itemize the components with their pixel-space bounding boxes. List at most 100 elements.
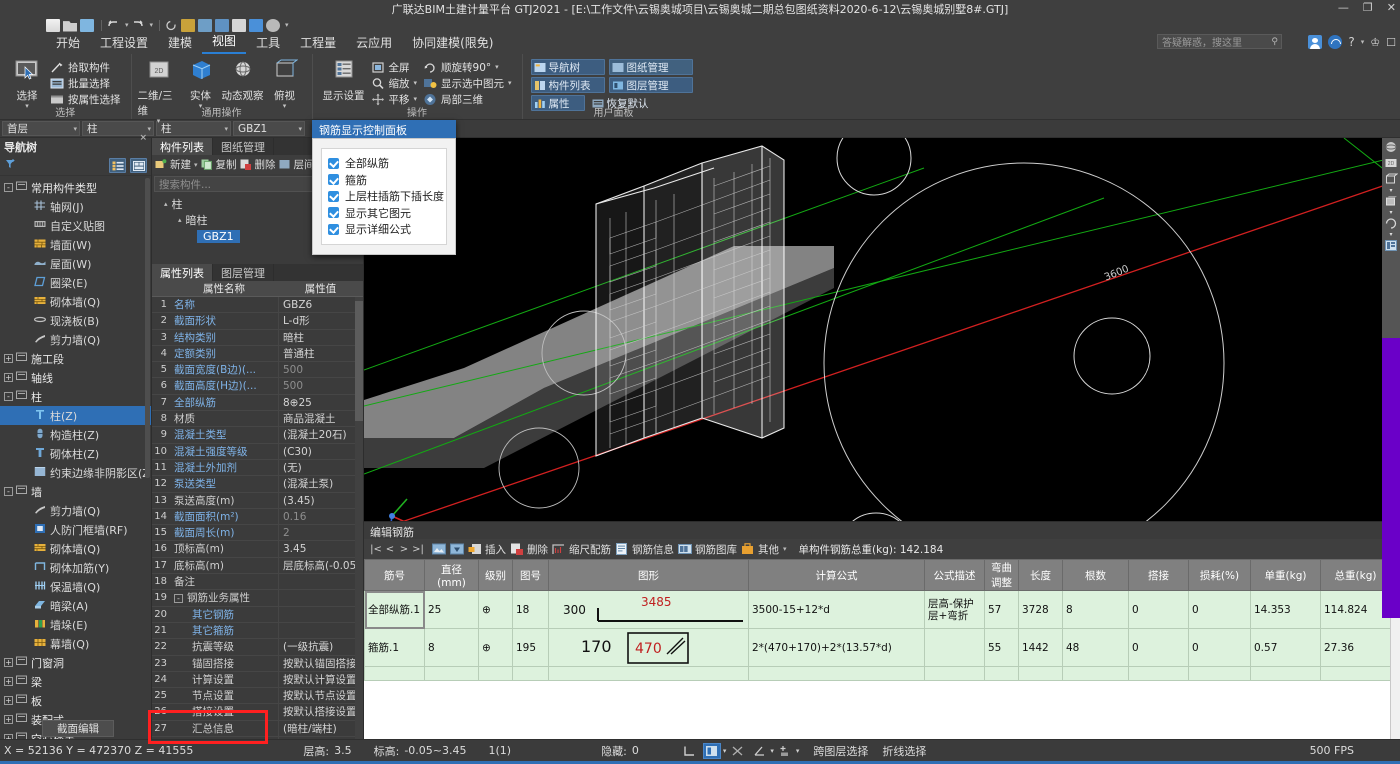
rebar-cell-0[interactable]: 全部纵筋.1 [364,590,425,629]
property-row[interactable]: 25 节点设置 按默认节点设置计算 [152,688,363,705]
shirt-icon[interactable]: ♔ [1370,36,1380,49]
property-value[interactable]: (混凝土泵) [278,476,363,492]
filter-icon[interactable] [4,158,17,173]
rebar-col-header-6[interactable]: 公式描述 [924,559,985,591]
show-selected-button[interactable]: 显示选中图元 ▾ [421,75,516,91]
copy-component-button[interactable]: 复制 [201,157,237,172]
property-row[interactable]: 21 其它箍筋 [152,622,363,640]
rebar-shape-cell[interactable]: 170 470 [548,628,749,667]
nav-tree-item-6[interactable]: 砌体墙(Q) [0,292,151,311]
component-selector[interactable]: GBZ1 ▾ [233,121,305,136]
rebar-library-button[interactable]: 钢筋图库 [678,542,737,557]
nav-tree-button[interactable]: 导航树 [530,59,605,75]
chevron-down-icon[interactable]: ▾ [298,125,302,133]
property-value[interactable]: 商品混凝土 [278,411,363,427]
redo-icon[interactable] [131,19,145,32]
rebar-cell-8[interactable]: 1442 [1018,628,1063,667]
rebar-table-row[interactable]: 全部纵筋.1 25 ⊕ 18 300 3485 3500-15+12*d 层高-保护层+弯折 5… [364,590,1400,629]
checkbox-icon[interactable] [328,223,339,235]
no-snap-toggle[interactable] [728,743,746,759]
rebar-col-header-3[interactable]: 图号 [512,559,549,591]
property-value[interactable]: 8⊕25 [278,394,363,411]
rebar-col-header-1[interactable]: 直径(mm) [424,559,479,591]
property-row[interactable]: 13 泵送高度(m) (3.45) [152,492,363,509]
expander-icon[interactable]: + [4,715,13,724]
search-icon[interactable]: ⚲ [1271,37,1278,47]
select-button[interactable]: 选择 ▾ [6,56,48,110]
property-value[interactable] [278,590,363,606]
rebar-col-header-0[interactable]: 筋号 [364,559,425,591]
rebar-cell-2[interactable]: ⊕ [478,590,513,629]
nav-tree-item-5[interactable]: 圈梁(E) [0,273,151,292]
rebar-empty-cell[interactable] [1062,666,1129,681]
rebar-col-header-13[interactable]: 总重(kg) [1320,559,1391,591]
chevron-down-icon[interactable]: ▾ [1389,210,1392,216]
menu-item-2[interactable]: 建模 [158,33,202,54]
property-row[interactable]: 16 顶标高(m) 3.45 [152,541,363,558]
expander-icon[interactable]: + [4,696,13,705]
rebar-cell-9[interactable]: 8 [1062,590,1129,629]
property-value[interactable]: (15) [278,737,363,739]
nav-tree-item-1[interactable]: 轴网(J) [0,197,151,216]
property-row[interactable]: 12 泵送类型 (混凝土泵) [152,476,363,493]
grid-icon[interactable] [249,18,264,32]
expander-icon[interactable]: + [4,658,13,667]
chevron-down-icon[interactable]: ▾ [770,747,774,755]
nav-tree-item-24[interactable]: 幕墙(Q) [0,634,151,653]
expand-arrow-icon[interactable]: ▴ [178,216,182,224]
popup-checkbox-row-4[interactable]: 显示详细公式 [328,221,440,238]
expander-icon[interactable]: + [4,373,13,382]
show-selected-caret[interactable]: ▾ [508,79,512,87]
rebar-display-control-panel[interactable]: 钢筋显示控制面板 全部纵筋 箍筋 上层柱插筋下插长度 显示其它图元 显示详细公式 [312,120,456,255]
expand-arrow-icon[interactable]: ▴ [164,200,168,208]
property-row[interactable]: 14 截面面积(m²) 0.16 [152,508,363,526]
rebar-col-header-7[interactable]: 弯曲调整 [984,559,1019,591]
rotate-90-button[interactable]: 顺旋转90° ▾ [421,59,516,75]
pan-caret[interactable]: ▾ [414,95,418,103]
property-scrollbar-thumb[interactable] [355,301,363,421]
menu-item-6[interactable]: 云应用 [346,33,402,54]
nav-tree-item-15[interactable]: 约束边缘非阴影区(Z) [0,463,151,482]
rebar-cell-12[interactable]: 14.353 [1250,590,1321,629]
account-avatar-icon[interactable] [1308,35,1323,49]
rebar-cell-9[interactable]: 48 [1062,628,1129,667]
rebar-cell-3[interactable]: 18 [512,590,549,629]
delete-component-button[interactable]: 删除 [240,157,276,172]
rebar-col-header-4[interactable]: 图形 [548,559,749,591]
rotate-90-caret[interactable]: ▾ [495,63,499,71]
zoom-button[interactable]: 缩放 ▾ [369,75,422,91]
ortho-toggle[interactable] [681,743,699,759]
rebar-empty-cell[interactable] [512,666,549,681]
property-value[interactable]: 按默认计算设置计算 [278,671,363,688]
property-row[interactable]: 24 计算设置 按默认计算设置计算 [152,671,363,689]
rebar-col-header-11[interactable]: 损耗(%) [1188,559,1251,591]
delete-row-button[interactable]: 删除 [510,542,548,557]
close-icon[interactable]: × [139,133,147,143]
rebar-cell-5[interactable]: 3500-15+12*d [748,590,925,629]
pin-ribbon-icon[interactable]: ☐ [1386,36,1396,49]
report-icon[interactable] [181,18,196,32]
rebar-empty-cell[interactable] [1250,666,1321,681]
batch-select-button[interactable]: 批量选择 [48,75,125,91]
nav-tree-item-9[interactable]: + 施工段 [0,349,151,368]
nav-tree-item-22[interactable]: 暗梁(A) [0,596,151,615]
popup-checkbox-row-1[interactable]: 箍筋 [328,172,440,189]
property-value[interactable]: (3.45) [278,492,363,508]
nav-tree-item-19[interactable]: 砌体墙(Q) [0,539,151,558]
nav-tree-item-17[interactable]: 剪力墙(Q) [0,501,151,520]
rebar-shape-cell[interactable]: 300 3485 [548,590,749,629]
nav-tree-item-12[interactable]: 柱(Z) [0,406,151,425]
polyline-select-button[interactable]: 折线选择 [882,743,926,759]
expander-icon[interactable]: + [4,354,13,363]
top-view-button[interactable]: 俯视 ▾ [264,56,306,110]
chevron-down-icon[interactable]: ▾ [783,545,787,553]
nav-tree-item-21[interactable]: 保温墙(Q) [0,577,151,596]
property-value[interactable]: 层底标高(-0.05) [278,557,363,574]
rebar-cell-13[interactable]: 27.36 [1320,628,1391,667]
property-value[interactable] [278,606,363,622]
rebar-cell-12[interactable]: 0.57 [1250,628,1321,667]
undo-icon[interactable] [106,19,120,32]
orbit-tool-icon[interactable] [1383,140,1399,155]
property-row[interactable]: 11 混凝土外加剂 (无) [152,459,363,477]
popup-checkbox-row-0[interactable]: 全部纵筋 [328,155,440,172]
